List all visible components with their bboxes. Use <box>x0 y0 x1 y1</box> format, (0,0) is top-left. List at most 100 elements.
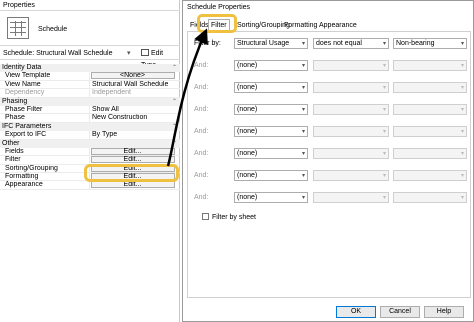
filter-value-select[interactable]: ▾ <box>393 126 467 137</box>
filter-highlight <box>84 164 179 182</box>
property-key: View Template <box>5 72 51 80</box>
type-selector-box[interactable]: Schedule <box>0 12 180 46</box>
property-key: Dependency <box>5 89 45 97</box>
filter-field-select[interactable]: (none) ▾ <box>234 126 308 137</box>
chevron-down-icon: ▾ <box>301 151 305 157</box>
filter-field-select[interactable]: (none) ▾ <box>234 104 308 115</box>
collapse-icon[interactable]: ⌃ <box>172 98 177 106</box>
filter-value-select[interactable]: ▾ <box>393 192 467 203</box>
filter-row-label: And: <box>194 150 209 157</box>
schedule-properties-dialog: Schedule Properties Fields Filter Sortin… <box>182 0 474 322</box>
tab-formatting[interactable]: Formatting <box>281 19 320 31</box>
filter-row: Filter by: Structural Usage ▾ does not equa… <box>194 38 472 49</box>
select-value: (none) <box>237 106 258 113</box>
filter-operator-select[interactable]: ▾ <box>313 192 389 203</box>
filter-tab-highlight <box>197 14 237 33</box>
filter-field-select[interactable]: (none) ▾ <box>234 170 308 181</box>
property-value: Independent <box>89 89 175 98</box>
filter-value-select[interactable]: ▾ <box>393 104 467 115</box>
edit-button[interactable]: Edit... <box>90 156 175 164</box>
help-button[interactable]: Help <box>424 306 464 318</box>
filter-operator-select[interactable]: does not equal ▾ <box>313 38 389 49</box>
filter-row-label: And: <box>194 62 209 69</box>
select-value: (none) <box>237 62 258 69</box>
filter-row-label: And: <box>194 128 209 135</box>
select-value: Non-bearing <box>396 40 435 47</box>
filter-operator-select[interactable]: ▾ <box>313 60 389 71</box>
property-value-cell: <None> <box>89 72 175 81</box>
edit-button[interactable]: Edit... <box>90 181 175 189</box>
chevron-down-icon: ▾ <box>382 107 386 113</box>
chevron-down-icon: ▾ <box>301 195 305 201</box>
filter-field-select[interactable]: (none) ▾ <box>234 60 308 71</box>
ok-button[interactable]: OK <box>336 306 376 318</box>
filter-row: And: (none) ▾ ▾ ▾ <box>194 170 472 181</box>
filter-by-sheet-checkbox[interactable]: Filter by sheet <box>202 213 256 221</box>
property-row: View Name Structural Wall Schedule <box>0 80 180 90</box>
property-value-cell: Edit... <box>89 181 175 190</box>
filter-row: And: (none) ▾ ▾ ▾ <box>194 82 472 93</box>
chevron-down-icon: ▾ <box>460 129 464 135</box>
group-header[interactable]: Other ⌃ <box>0 139 180 148</box>
collapse-icon[interactable]: ⌃ <box>172 140 177 148</box>
chevron-down-icon: ▾ <box>301 107 305 113</box>
property-value[interactable]: Show All <box>89 105 175 114</box>
property-row: Export to IFC By Type <box>0 131 180 140</box>
edit-button[interactable]: <None> <box>90 72 175 80</box>
chevron-down-icon: ▾ <box>460 195 464 201</box>
filter-operator-select[interactable]: ▾ <box>313 170 389 181</box>
chevron-down-icon: ▾ <box>301 173 305 179</box>
filter-operator-select[interactable]: ▾ <box>313 104 389 115</box>
select-value: (none) <box>237 194 258 201</box>
select-value: (none) <box>237 84 258 91</box>
filter-row: And: (none) ▾ ▾ ▾ <box>194 148 472 159</box>
chevron-down-icon: ▾ <box>301 63 305 69</box>
filter-row: And: (none) ▾ ▾ ▾ <box>194 60 472 71</box>
filter-operator-select[interactable]: ▾ <box>313 126 389 137</box>
chevron-down-icon: ▾ <box>382 173 386 179</box>
property-value[interactable]: Structural Wall Schedule <box>89 80 175 89</box>
filter-row-label: And: <box>194 194 209 201</box>
chevron-down-icon: ▾ <box>460 151 464 157</box>
filter-field-select[interactable]: (none) ▾ <box>234 148 308 159</box>
filter-value-select[interactable]: ▾ <box>393 170 467 181</box>
property-key: Appearance <box>5 181 43 189</box>
group-header[interactable]: Phasing ⌃ <box>0 97 180 106</box>
tab-appearance[interactable]: Appearance <box>316 19 360 31</box>
filter-value-select[interactable]: Non-bearing ▾ <box>393 38 467 49</box>
chevron-down-icon: ▾ <box>382 63 386 69</box>
select-value: (none) <box>237 128 258 135</box>
filter-value-select[interactable]: ▾ <box>393 82 467 93</box>
filter-field-select[interactable]: Structural Usage ▾ <box>234 38 308 49</box>
filter-value-select[interactable]: ▾ <box>393 148 467 159</box>
group-label: Identity Data <box>2 64 42 71</box>
property-row: Phase Filter Show All <box>0 105 180 115</box>
collapse-icon[interactable]: ⌃ <box>172 123 177 131</box>
chevron-down-icon: ▾ <box>460 173 464 179</box>
filter-by-sheet-label: Filter by sheet <box>212 214 256 221</box>
instance-selector[interactable]: Schedule: Structural Wall Schedule ▾ Edi… <box>0 48 180 69</box>
select-value: (none) <box>237 172 258 179</box>
property-row: View Template <None> <box>0 72 180 81</box>
filter-operator-select[interactable]: ▾ <box>313 148 389 159</box>
edit-type-icon <box>141 49 149 56</box>
chevron-down-icon: ▾ <box>460 107 464 113</box>
cancel-button[interactable]: Cancel <box>380 306 420 318</box>
filter-row-label: And: <box>194 106 209 113</box>
property-key: Fields <box>5 147 24 155</box>
chevron-down-icon: ▾ <box>301 85 305 91</box>
filter-value-select[interactable]: ▾ <box>393 60 467 71</box>
property-value[interactable]: New Construction <box>89 114 175 123</box>
edit-button[interactable]: Edit... <box>90 147 175 155</box>
filter-operator-select[interactable]: ▾ <box>313 82 389 93</box>
filter-field-select[interactable]: (none) ▾ <box>234 82 308 93</box>
filter-field-select[interactable]: (none) ▾ <box>234 192 308 203</box>
filter-row-label: And: <box>194 84 209 91</box>
chevron-down-icon: ▾ <box>301 129 305 135</box>
group-header[interactable]: IFC Parameters ⌃ <box>0 122 180 132</box>
group-header[interactable]: Identity Data ⌃ <box>0 64 180 73</box>
group-label: Phasing <box>2 97 28 105</box>
collapse-icon[interactable]: ⌃ <box>172 64 177 72</box>
property-value[interactable]: By Type <box>89 131 175 140</box>
chevron-down-icon: ▾ <box>382 129 386 135</box>
